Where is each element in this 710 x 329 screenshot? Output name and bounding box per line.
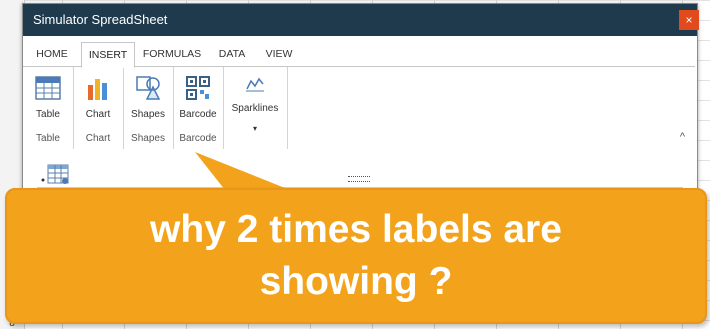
table-preview-icon [41, 164, 69, 184]
resize-handle[interactable] [348, 176, 370, 182]
collapse-ribbon-icon[interactable]: ^ [680, 131, 685, 143]
ribbon-group-sparklines: Sparklines ▾ [223, 67, 288, 149]
callout-text: why 2 times labels are showing ? [7, 204, 705, 308]
barcode-command-label: Barcode [179, 109, 217, 120]
shapes-icon [136, 76, 161, 100]
tab-insert[interactable]: INSERT [81, 42, 135, 68]
chart-group-label: Chart [85, 133, 111, 144]
chevron-down-icon: ▾ [252, 124, 257, 133]
barcode-group-label: Barcode [179, 133, 217, 144]
shapes-group-label: Shapes [131, 133, 165, 144]
sparkline-icon [246, 77, 264, 92]
annotation-callout: why 2 times labels are showing ? [5, 188, 707, 324]
ribbon-group-table: Table Table [23, 67, 74, 149]
ribbon-group-shapes: Shapes Shapes [123, 67, 174, 149]
insert-ribbon: Table Table Chart Chart Shapes Shapes Ba… [23, 66, 695, 150]
title-bar[interactable]: Simulator SpreadSheet × [23, 4, 699, 36]
barcode-icon [186, 76, 210, 100]
shapes-command-label: Shapes [131, 109, 165, 120]
chart-command-label: Chart [85, 109, 111, 120]
chart-icon [88, 79, 107, 100]
table-group-label: Table [36, 133, 60, 144]
ribbon-group-barcode: Barcode Barcode [173, 67, 224, 149]
table-icon [35, 76, 61, 100]
window-title: Simulator SpreadSheet [33, 12, 168, 27]
tab-data[interactable]: DATA [213, 42, 251, 66]
ribbon-tabs: HOME INSERT FORMULAS DATA VIEW [23, 42, 697, 68]
ribbon-group-chart: Chart Chart [73, 67, 124, 149]
callout-line-2: showing ? [259, 260, 453, 303]
callout-line-1: why 2 times labels are [150, 208, 562, 251]
tab-formulas[interactable]: FORMULAS [141, 42, 203, 66]
tab-view[interactable]: VIEW [259, 42, 299, 66]
sparklines-command-label: Sparklines [231, 103, 279, 114]
close-button[interactable]: × [679, 10, 699, 30]
spreadsheet-dialog: Simulator SpreadSheet × HOME INSERT FORM… [22, 3, 699, 199]
table-command-label: Table [36, 109, 60, 120]
tab-home[interactable]: HOME [28, 42, 76, 66]
